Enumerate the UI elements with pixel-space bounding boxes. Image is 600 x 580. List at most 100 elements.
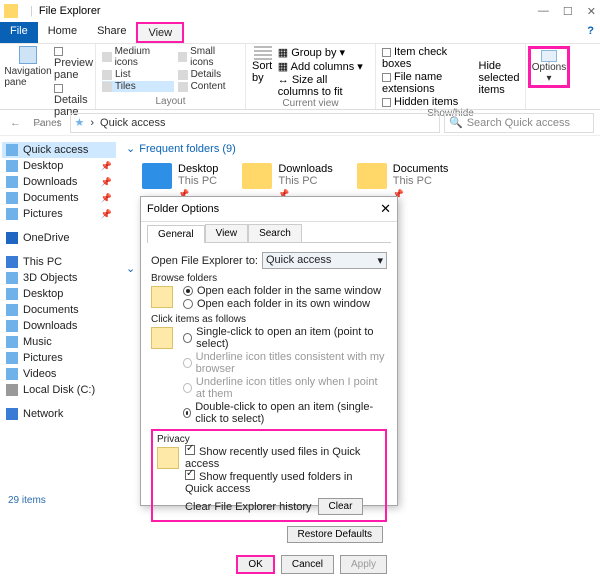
browse-icon: [151, 286, 173, 308]
click-icon: [151, 327, 173, 349]
folder-downloads[interactable]: DownloadsThis PC📌: [242, 163, 332, 200]
open-explorer-label: Open File Explorer to:: [151, 255, 258, 267]
sidebar-documents2[interactable]: Documents: [2, 302, 116, 318]
dialog-title: Folder Options: [147, 203, 219, 215]
radio-underline-point: Underline icon titles only when I point …: [183, 376, 387, 400]
navigation-pane-button[interactable]: Navigation pane: [6, 46, 50, 88]
group-by-button[interactable]: ▦ Group by ▾: [278, 46, 369, 59]
titlebar: | File Explorer — ☐ ✕: [0, 0, 600, 22]
minimize-button[interactable]: —: [538, 5, 549, 18]
layout-tiles[interactable]: Tiles: [102, 81, 174, 92]
sidebar-documents[interactable]: Documents📌: [2, 190, 116, 206]
layout-content[interactable]: Content: [178, 81, 239, 92]
radio-own-window[interactable]: Open each folder in its own window: [183, 298, 387, 310]
currentview-group-label: Current view: [252, 98, 369, 109]
sidebar-thispc[interactable]: This PC: [2, 254, 116, 270]
click-items-label: Click items as follows: [151, 314, 387, 325]
layout-list[interactable]: List: [102, 69, 174, 80]
sidebar-3dobjects[interactable]: 3D Objects: [2, 270, 116, 286]
nav-up[interactable]: ↑: [52, 117, 66, 129]
sidebar-pictures2[interactable]: Pictures: [2, 350, 116, 366]
dialog-tab-general[interactable]: General: [147, 225, 205, 243]
sort-by-button[interactable]: Sort by: [252, 46, 274, 84]
clear-button[interactable]: Clear: [318, 498, 364, 515]
sidebar-quick-access[interactable]: Quick access: [2, 142, 116, 158]
layout-medium[interactable]: Medium icons: [102, 46, 174, 68]
checkbox-frequent-folders[interactable]: Show frequently used folders in Quick ac…: [185, 470, 381, 495]
menubar: File Home Share View ?: [0, 22, 600, 44]
ribbon: Navigation pane Preview pane Details pan…: [0, 44, 600, 110]
sidebar: Quick access Desktop📌 Downloads📌 Documen…: [0, 136, 118, 508]
folder-options-dialog: Folder Options ✕ General View Search Ope…: [140, 196, 398, 506]
star-icon: ★: [75, 116, 85, 129]
layout-small[interactable]: Small icons: [178, 46, 239, 68]
apply-button[interactable]: Apply: [340, 555, 387, 574]
app-title: File Explorer: [39, 5, 101, 17]
chevron-down-icon: ⌄: [126, 142, 135, 155]
tab-view[interactable]: View: [136, 22, 184, 43]
pin-icon: 📌: [101, 209, 112, 220]
pin-icon: 📌: [101, 193, 112, 204]
title-sep: |: [30, 5, 33, 17]
sidebar-music[interactable]: Music: [2, 334, 116, 350]
radio-double-click[interactable]: Double-click to open an item (single-cli…: [183, 401, 387, 425]
item-checkboxes-toggle[interactable]: Item check boxes: [382, 46, 475, 70]
frequent-folders-header[interactable]: ⌄Frequent folders (9): [126, 140, 592, 157]
breadcrumb[interactable]: ★ › Quick access: [70, 113, 441, 133]
add-columns-button[interactable]: ▦ Add columns ▾: [278, 60, 369, 73]
preview-pane-button[interactable]: Preview pane: [54, 46, 93, 81]
sidebar-network[interactable]: Network: [2, 406, 116, 422]
layout-details[interactable]: Details: [178, 69, 239, 80]
tab-file[interactable]: File: [0, 22, 38, 43]
dialog-close-button[interactable]: ✕: [380, 201, 391, 217]
sidebar-desktop2[interactable]: Desktop: [2, 286, 116, 302]
nav-fwd[interactable]: →: [29, 117, 48, 129]
pin-icon: 📌: [101, 161, 112, 172]
search-icon: 🔍: [449, 116, 463, 129]
chevron-down-icon: ▾: [546, 73, 551, 84]
search-input[interactable]: 🔍 Search Quick access: [444, 113, 594, 133]
hide-selected-button[interactable]: Hide selected items: [479, 46, 519, 96]
checkbox-recent-files[interactable]: Show recently used files in Quick access: [185, 445, 381, 470]
folder-documents[interactable]: DocumentsThis PC📌: [357, 163, 449, 200]
tab-share[interactable]: Share: [87, 22, 136, 43]
dialog-tab-search[interactable]: Search: [248, 224, 302, 242]
sidebar-videos[interactable]: Videos: [2, 366, 116, 382]
filename-ext-toggle[interactable]: File name extensions: [382, 71, 475, 95]
browse-folders-label: Browse folders: [151, 273, 387, 284]
sidebar-onedrive[interactable]: OneDrive: [2, 230, 116, 246]
pin-icon: 📌: [101, 177, 112, 188]
sidebar-desktop[interactable]: Desktop📌: [2, 158, 116, 174]
restore-defaults-button[interactable]: Restore Defaults: [287, 526, 383, 543]
cancel-button[interactable]: Cancel: [281, 555, 334, 574]
pin-icon: 📌: [393, 189, 449, 200]
open-explorer-select[interactable]: Quick access ▾: [262, 252, 387, 269]
sidebar-downloads2[interactable]: Downloads: [2, 318, 116, 334]
help-button[interactable]: ?: [581, 22, 600, 43]
folder-icon: [142, 163, 172, 189]
address-bar: ← → ↑ ★ › Quick access 🔍 Search Quick ac…: [0, 110, 600, 136]
radio-underline-browser: Underline icon titles consistent with my…: [183, 351, 387, 375]
sidebar-downloads[interactable]: Downloads📌: [2, 174, 116, 190]
radio-single-click[interactable]: Single-click to open an item (point to s…: [183, 326, 387, 350]
sidebar-localdisk[interactable]: Local Disk (C:): [2, 382, 116, 398]
sidebar-pictures[interactable]: Pictures📌: [2, 206, 116, 222]
nav-back[interactable]: ←: [6, 117, 25, 129]
size-columns-button[interactable]: ↔ Size all columns to fit: [278, 74, 369, 98]
folder-icon: [357, 163, 387, 189]
clear-history-label: Clear File Explorer history: [185, 501, 312, 513]
chevron-down-icon: ⌄: [126, 262, 135, 275]
ok-button[interactable]: OK: [236, 555, 274, 574]
dialog-tab-view[interactable]: View: [205, 224, 249, 242]
tab-home[interactable]: Home: [38, 22, 87, 43]
status-bar: 29 items: [0, 493, 54, 508]
radio-same-window[interactable]: Open each folder in the same window: [183, 285, 387, 297]
close-button[interactable]: ✕: [587, 5, 596, 18]
options-button[interactable]: Options ▾: [528, 46, 570, 88]
maximize-button[interactable]: ☐: [563, 5, 573, 18]
app-icon: [4, 4, 18, 18]
folder-icon: [242, 163, 272, 189]
folder-desktop[interactable]: DesktopThis PC📌: [142, 163, 218, 200]
layout-group-label: Layout: [102, 96, 239, 107]
hidden-items-toggle[interactable]: Hidden items: [382, 96, 475, 108]
